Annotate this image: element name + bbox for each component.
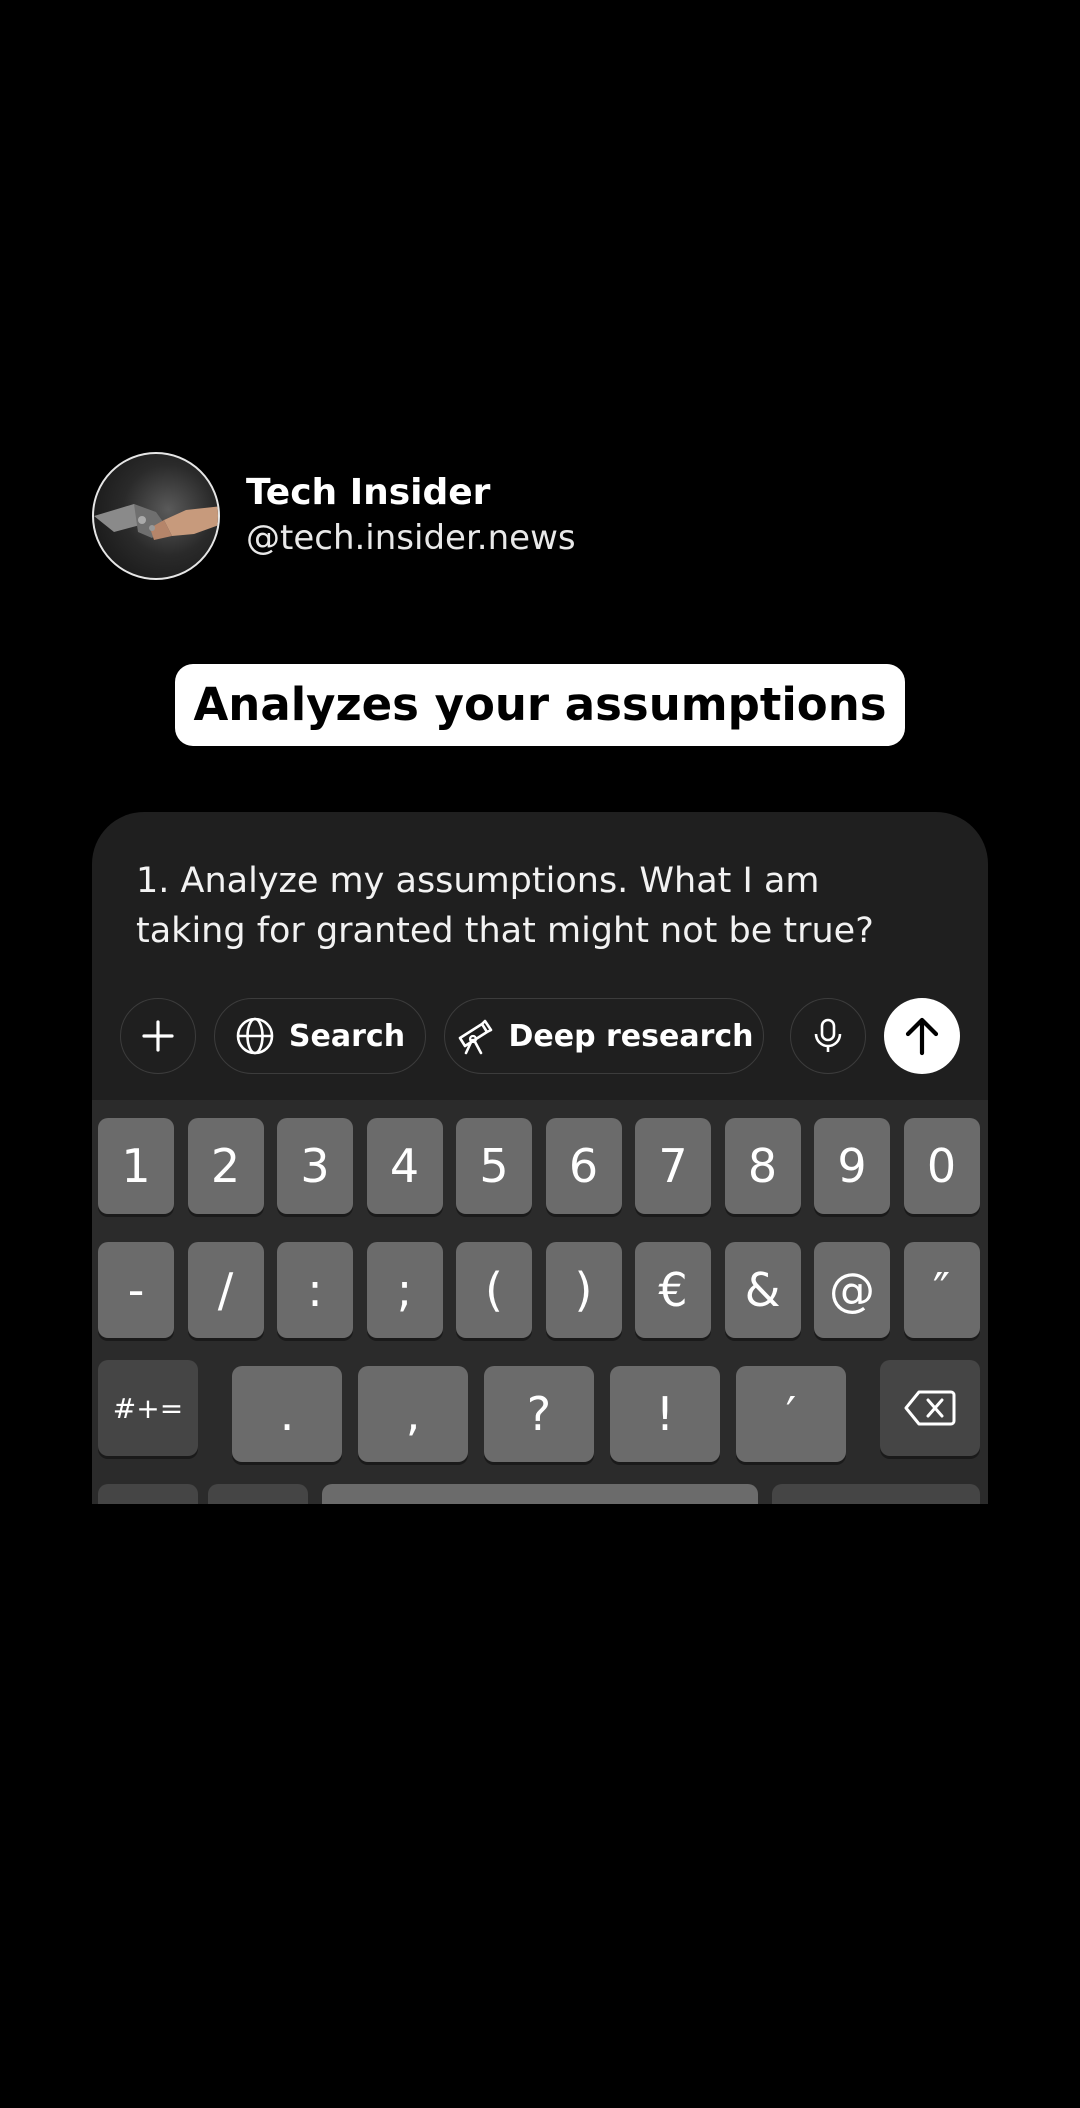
deep-research-label: Deep research bbox=[508, 1018, 754, 1054]
search-button[interactable]: Search bbox=[214, 998, 426, 1074]
backspace-icon bbox=[904, 1390, 956, 1426]
punctuation-key[interactable]: . bbox=[232, 1366, 342, 1462]
symbol-key[interactable]: € bbox=[635, 1242, 711, 1338]
symbol-key[interactable]: @ bbox=[814, 1242, 890, 1338]
keyboard: 1234567890 - /:;() € & @ ″ #+= .,?! ′ bbox=[92, 1100, 988, 1504]
profile-handle: @tech.insider.news bbox=[246, 518, 576, 558]
keyboard-bottom-key[interactable] bbox=[208, 1484, 308, 1504]
punctuation-key[interactable]: , bbox=[358, 1366, 468, 1462]
composer-toolbar: Search Deep research bbox=[92, 998, 988, 1076]
symbol-key[interactable]: & bbox=[724, 1242, 801, 1338]
symbol-key[interactable]: / bbox=[187, 1242, 264, 1338]
profile-name: Tech Insider bbox=[246, 472, 491, 513]
number-key[interactable]: 6 bbox=[545, 1118, 622, 1214]
number-key[interactable]: 5 bbox=[456, 1118, 532, 1214]
symbol-key[interactable]: ; bbox=[366, 1242, 443, 1338]
number-key[interactable]: 4 bbox=[366, 1118, 443, 1214]
punctuation-key[interactable]: ′ bbox=[736, 1366, 846, 1462]
space-key[interactable] bbox=[322, 1484, 758, 1504]
add-button[interactable] bbox=[120, 998, 196, 1074]
keyboard-bottom-key[interactable] bbox=[98, 1484, 198, 1504]
prompt-input[interactable]: 1. Analyze my assumptions. What I am tak… bbox=[136, 856, 936, 956]
number-key[interactable]: 7 bbox=[635, 1118, 711, 1214]
handshake-robot-human-icon bbox=[94, 504, 218, 540]
number-key[interactable]: 1 bbox=[98, 1118, 174, 1214]
plus-icon bbox=[142, 1020, 174, 1052]
number-key[interactable]: 2 bbox=[187, 1118, 264, 1214]
deep-research-button[interactable]: Deep research bbox=[444, 998, 764, 1074]
number-key[interactable]: 8 bbox=[724, 1118, 801, 1214]
punctuation-key[interactable]: ? bbox=[484, 1366, 594, 1462]
mic-button[interactable] bbox=[790, 998, 866, 1074]
delete-key[interactable] bbox=[880, 1360, 980, 1456]
globe-icon bbox=[236, 1017, 274, 1055]
profile-header: Tech Insider @tech.insider.news bbox=[92, 452, 576, 580]
symbol-key[interactable]: ″ bbox=[903, 1242, 980, 1338]
caption-label: Analyzes your assumptions bbox=[175, 664, 905, 746]
symbol-key[interactable]: ( bbox=[456, 1242, 532, 1338]
microphone-icon bbox=[814, 1018, 842, 1052]
symbol-key[interactable]: : bbox=[277, 1242, 353, 1338]
search-label: Search bbox=[288, 1018, 406, 1054]
number-key[interactable]: 9 bbox=[814, 1118, 890, 1214]
number-key[interactable]: 3 bbox=[277, 1118, 353, 1214]
symbol-key[interactable]: ) bbox=[545, 1242, 622, 1338]
return-key[interactable] bbox=[772, 1484, 980, 1504]
number-key[interactable]: 0 bbox=[903, 1118, 980, 1214]
symbols-mode-key[interactable]: #+= bbox=[98, 1360, 198, 1456]
symbol-key[interactable]: - bbox=[98, 1242, 174, 1338]
send-button[interactable] bbox=[884, 998, 960, 1074]
arrow-up-icon bbox=[905, 1017, 939, 1056]
avatar[interactable] bbox=[92, 452, 220, 580]
chat-composer: 1. Analyze my assumptions. What I am tak… bbox=[92, 812, 988, 1504]
punctuation-key[interactable]: ! bbox=[610, 1366, 720, 1462]
telescope-icon bbox=[459, 1019, 493, 1055]
